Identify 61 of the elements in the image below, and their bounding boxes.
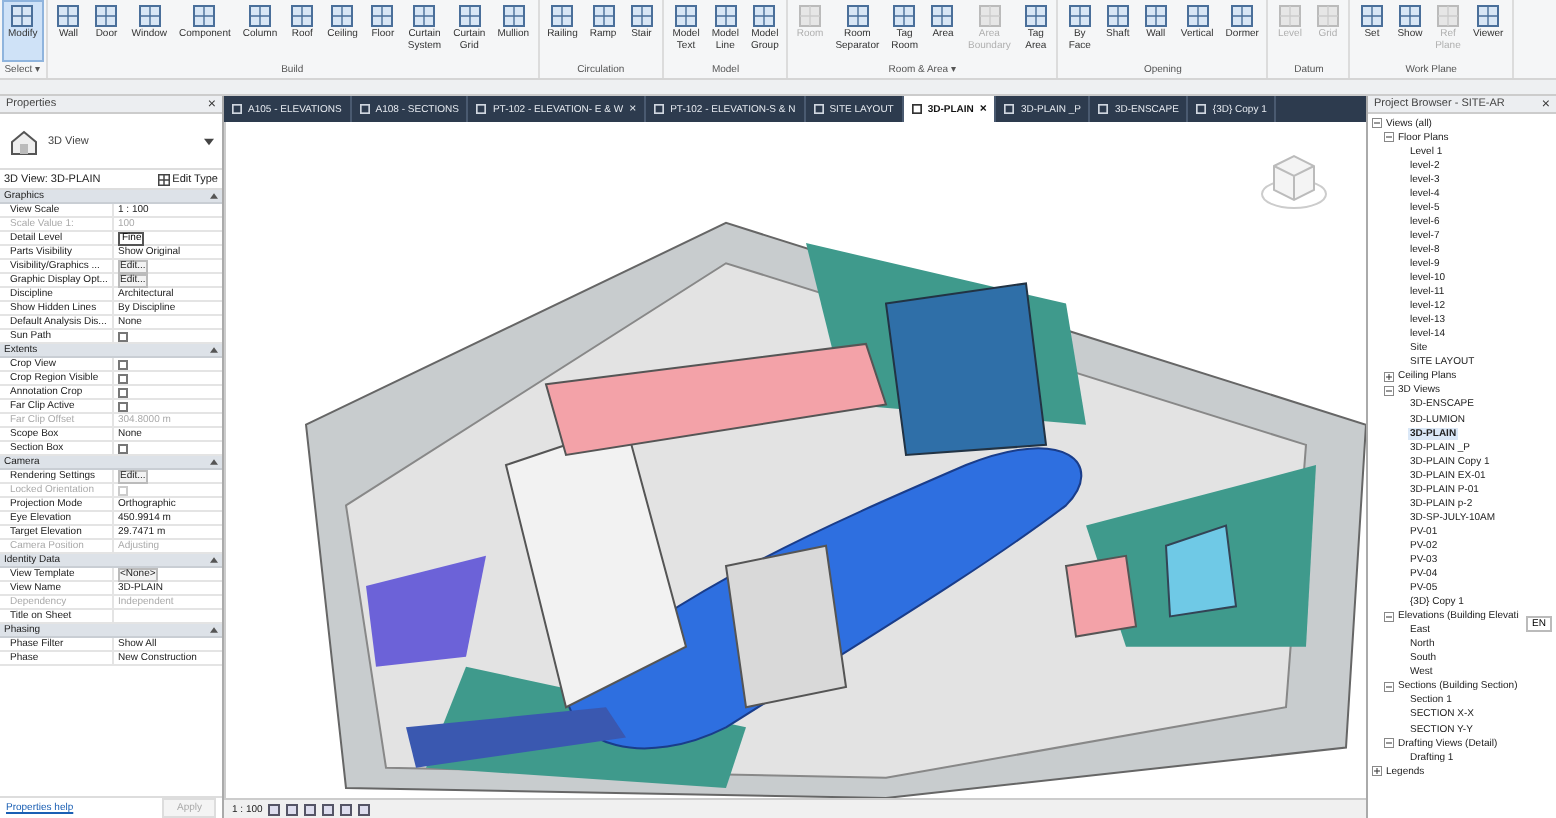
checkbox[interactable] [118,331,128,341]
view-icon [359,104,370,114]
house-icon [8,125,40,157]
checkbox[interactable] [118,443,128,453]
collapse-icon[interactable] [1384,611,1394,622]
tool-icon [192,4,217,28]
caret-icon [204,137,214,145]
tool-icon [1105,4,1130,28]
checkbox[interactable] [118,373,128,383]
tool-icon [674,4,699,28]
tool-icon [457,4,482,28]
tool-icon [1476,4,1501,28]
tool-icon [930,4,955,28]
tool-icon [1143,4,1168,28]
collapse-icon[interactable] [210,346,218,354]
collapse-icon[interactable] [210,192,218,200]
expand-icon[interactable] [1372,766,1382,777]
view-icon [654,104,665,114]
collapse-icon[interactable] [210,626,218,634]
view-icon [1098,104,1109,114]
tool-icon [412,4,437,28]
grid-icon [158,173,171,185]
view-icon [232,104,242,114]
tool-icon [330,4,355,28]
tool-icon [629,4,654,28]
expand-icon[interactable] [1384,371,1394,382]
tool-icon [1067,4,1092,28]
tool-icon [370,4,395,28]
checkbox[interactable] [118,359,128,369]
collapse-icon[interactable] [210,458,218,466]
tool-icon [290,4,315,28]
tool-icon [713,4,738,28]
tool-icon [892,4,917,28]
tool-icon [137,4,162,28]
tool-icon [1185,4,1210,28]
tool-icon [248,4,272,28]
view-icon [1004,104,1015,114]
collapse-icon[interactable] [1384,681,1394,692]
collapse-icon[interactable] [1384,385,1394,396]
tool-icon [752,4,777,28]
tool-icon [1023,4,1048,28]
collapse-icon[interactable] [1384,132,1394,143]
tool-icon [1397,4,1422,28]
collapse-icon[interactable] [1372,118,1382,129]
view-icon [476,104,487,114]
tool-icon [591,4,616,28]
tool-icon [501,4,526,28]
tool-icon [10,4,35,28]
view-icon [1196,104,1207,114]
checkbox[interactable] [118,401,128,411]
view-icon [911,104,922,114]
collapse-icon[interactable] [1384,738,1394,749]
tool-icon [94,4,119,28]
tool-icon [1359,4,1384,28]
tool-icon [550,4,575,28]
tool-icon [56,4,81,28]
tool-icon [845,4,870,28]
checkbox[interactable] [118,387,128,397]
collapse-icon[interactable] [210,556,218,564]
view-icon [813,104,824,114]
tool-icon [1230,4,1255,28]
